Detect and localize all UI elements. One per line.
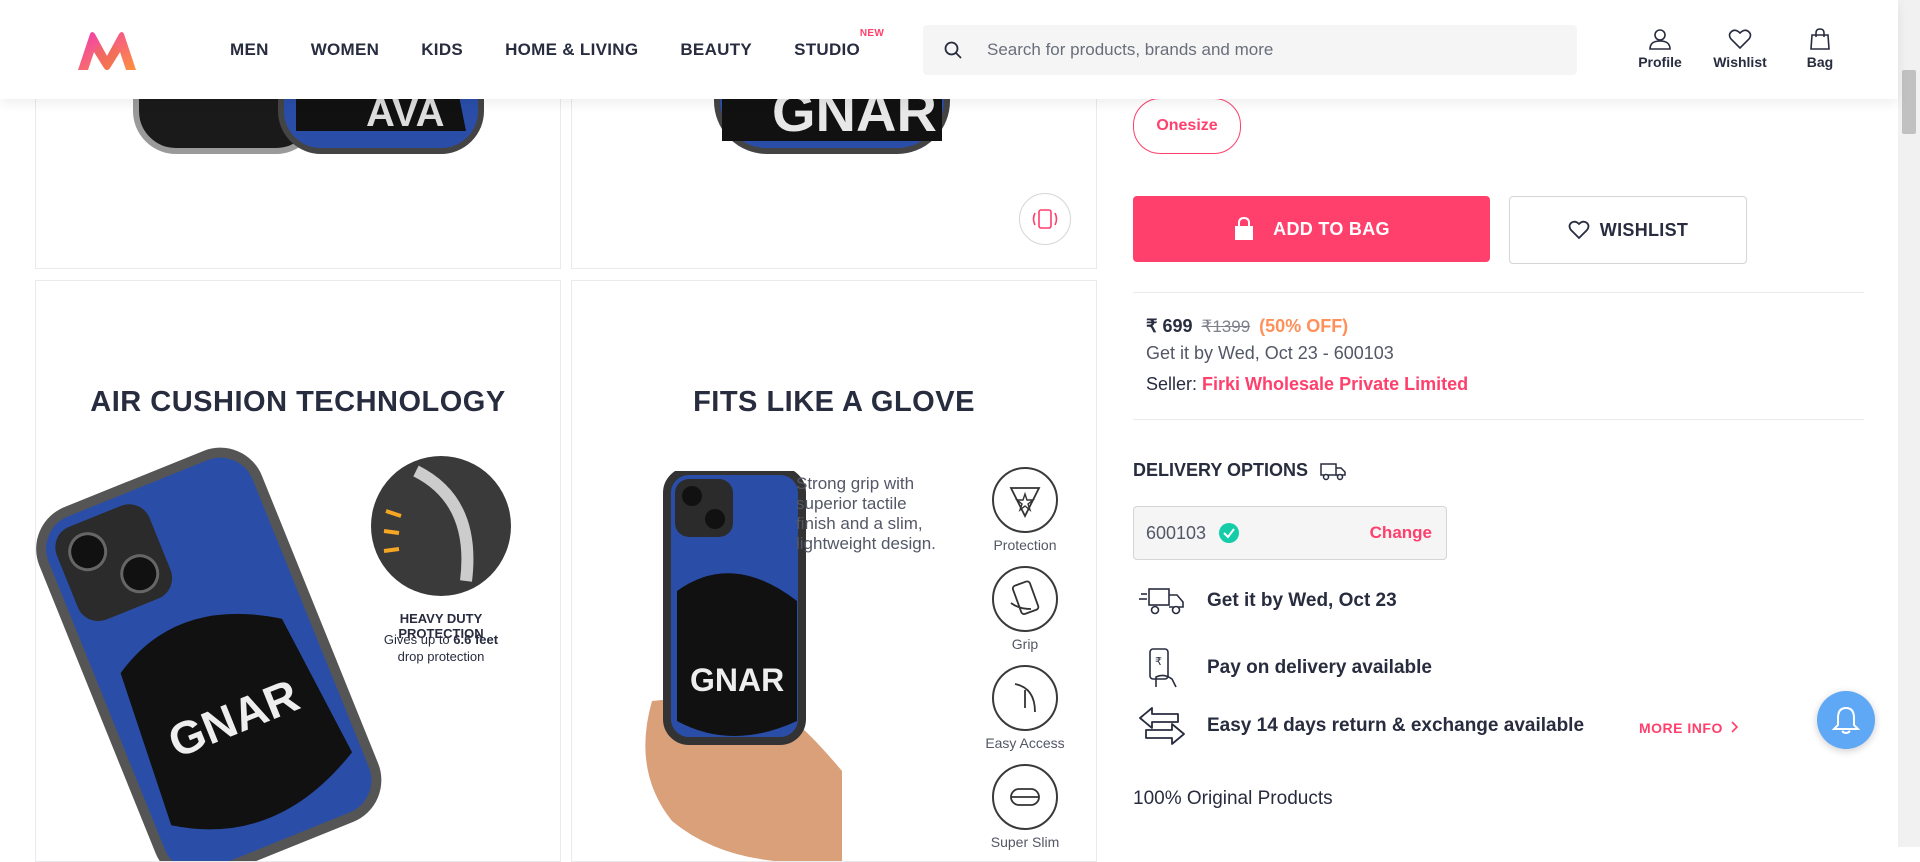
change-pincode-button[interactable]: Change: [1370, 523, 1432, 543]
nav-beauty[interactable]: BEAUTY: [680, 40, 752, 60]
feature-caption: Easy Access: [985, 735, 1065, 751]
notification-bell-button[interactable]: [1817, 691, 1875, 749]
add-to-bag-button[interactable]: ADD TO BAG: [1133, 196, 1490, 262]
size-onesize-button[interactable]: Onesize: [1133, 98, 1241, 154]
drop-prefix: Gives up to: [383, 632, 454, 647]
air-cushion-heading: AIR CUSHION TECHNOLOGY: [90, 386, 506, 418]
main-nav: MEN WOMEN KIDS HOME & LIVING BEAUTY STUD…: [230, 0, 902, 99]
add-to-bag-label: ADD TO BAG: [1273, 218, 1390, 239]
bag-label: Bag: [1806, 54, 1834, 70]
phone-side-icon: [1014, 683, 1036, 713]
hand-grip-icon: [1010, 580, 1040, 615]
seller-label: Seller:: [1146, 374, 1203, 394]
price-row: ₹ 699 ₹1399 (50% OFF): [1146, 316, 1348, 337]
search-input[interactable]: [983, 39, 1549, 61]
wishlist-nav-label: Wishlist: [1713, 54, 1767, 70]
grip-description: Strong grip with superior tactile finish…: [796, 474, 936, 554]
nav-studio[interactable]: STUDIO NEW: [794, 28, 884, 60]
slim-case-icon: [1010, 788, 1040, 806]
more-info-link[interactable]: MORE INFO: [1639, 720, 1739, 736]
feature-super-slim: Super Slim: [970, 764, 1080, 850]
nav-kids[interactable]: KIDS: [421, 40, 463, 60]
exchange-arrows-icon: [1139, 707, 1185, 745]
product-image-3[interactable]: AIR CUSHION TECHNOLOGY GNAR HEAVY DUTY P…: [35, 280, 561, 862]
feature-protection: Protection: [970, 467, 1080, 553]
cash-on-delivery-icon: ₹: [1149, 648, 1177, 688]
top-header: MEN WOMEN KIDS HOME & LIVING BEAUTY STUD…: [0, 0, 1898, 99]
chevron-right-icon: [1731, 721, 1739, 733]
rotate-view-button[interactable]: [1019, 193, 1071, 245]
product-image-4[interactable]: FITS LIKE A GLOVE GNAR Strong grip with …: [571, 280, 1097, 862]
rotate-3d-icon: [1032, 209, 1058, 229]
feature-grip: Grip: [970, 566, 1080, 652]
feature-caption: Grip: [1011, 636, 1039, 652]
delivery-row-return: Easy 14 days return & exchange available: [1133, 706, 1584, 746]
svg-text:₹: ₹: [1155, 656, 1162, 668]
bag-icon: [1235, 217, 1254, 240]
feature-caption: Protection: [993, 537, 1057, 553]
truck-icon: [1320, 462, 1346, 480]
fast-truck-icon: [1139, 588, 1184, 615]
seller-link[interactable]: Firki Wholesale Private Limited: [1202, 374, 1468, 394]
nav-studio-label: STUDIO: [794, 39, 861, 59]
divider: [1133, 292, 1864, 293]
page-scrollbar[interactable]: [1898, 0, 1920, 847]
feature-caption: Super Slim: [990, 834, 1060, 850]
heavy-duty-desc: Gives up to 6.6 feet drop protection: [356, 631, 526, 665]
mrp-price: ₹1399: [1201, 317, 1251, 336]
search-icon[interactable]: [923, 41, 983, 59]
desc-line: lightweight design.: [796, 534, 936, 553]
delivery-row-eta: Get it by Wed, Oct 23: [1133, 585, 1397, 617]
return-policy-text: Easy 14 days return & exchange available: [1207, 715, 1585, 736]
drop-height: 6.6 feet: [453, 632, 499, 647]
delivery-options-label: DELIVERY OPTIONS: [1133, 460, 1309, 480]
search-bar[interactable]: [923, 25, 1577, 75]
profile-label: Profile: [1638, 54, 1682, 70]
desc-line: Strong grip with: [796, 474, 915, 493]
pincode-value: 600103: [1146, 522, 1207, 543]
feature-easy-access: Easy Access: [970, 665, 1080, 751]
delivery-row-cod: ₹ Pay on delivery available: [1133, 647, 1432, 689]
profile-button[interactable]: Profile: [1624, 28, 1696, 70]
new-badge: NEW: [859, 27, 885, 39]
selling-price: ₹ 699: [1146, 316, 1193, 336]
header-actions: Profile Wishlist Bag: [1624, 28, 1864, 70]
desc-line: finish and a slim,: [796, 514, 923, 533]
delivery-eta-text: Get it by Wed, Oct 23: [1207, 590, 1397, 611]
divider: [1133, 419, 1864, 420]
scrollbar-thumb[interactable]: [1902, 70, 1916, 134]
profile-icon: [1649, 29, 1671, 50]
delivery-options-title: DELIVERY OPTIONS: [1133, 460, 1346, 481]
nav-women[interactable]: WOMEN: [311, 40, 380, 60]
seller-info: Seller: Firki Wholesale Private Limited: [1146, 374, 1468, 395]
heart-icon: [1728, 29, 1752, 50]
wishlist-button[interactable]: WISHLIST: [1509, 196, 1747, 264]
pincode-field[interactable]: 600103 Change: [1133, 506, 1447, 560]
original-products-text: 100% Original Products: [1133, 788, 1333, 809]
drop-suffix: drop protection: [397, 649, 485, 664]
discount-badge: (50% OFF): [1259, 316, 1349, 336]
bell-icon: [1832, 706, 1860, 734]
bag-icon: [1810, 28, 1830, 50]
svg-text:GNAR: GNAR: [690, 662, 784, 698]
check-circle-icon: [1219, 523, 1239, 543]
wishlist-nav-button[interactable]: Wishlist: [1704, 28, 1776, 70]
nav-men[interactable]: MEN: [230, 40, 269, 60]
shield-star-icon: [1009, 487, 1041, 519]
more-info-label: MORE INFO: [1639, 720, 1723, 736]
nav-home-living[interactable]: HOME & LIVING: [505, 40, 638, 60]
bag-button[interactable]: Bag: [1784, 28, 1856, 70]
delivery-eta: Get it by Wed, Oct 23 - 600103: [1146, 343, 1394, 363]
cod-text: Pay on delivery available: [1207, 657, 1432, 678]
heart-icon: [1568, 220, 1590, 240]
desc-line: superior tactile: [796, 494, 907, 513]
fits-like-glove-heading: FITS LIKE A GLOVE: [693, 386, 975, 418]
myntra-logo[interactable]: [76, 30, 138, 72]
wishlist-label: WISHLIST: [1599, 219, 1689, 240]
